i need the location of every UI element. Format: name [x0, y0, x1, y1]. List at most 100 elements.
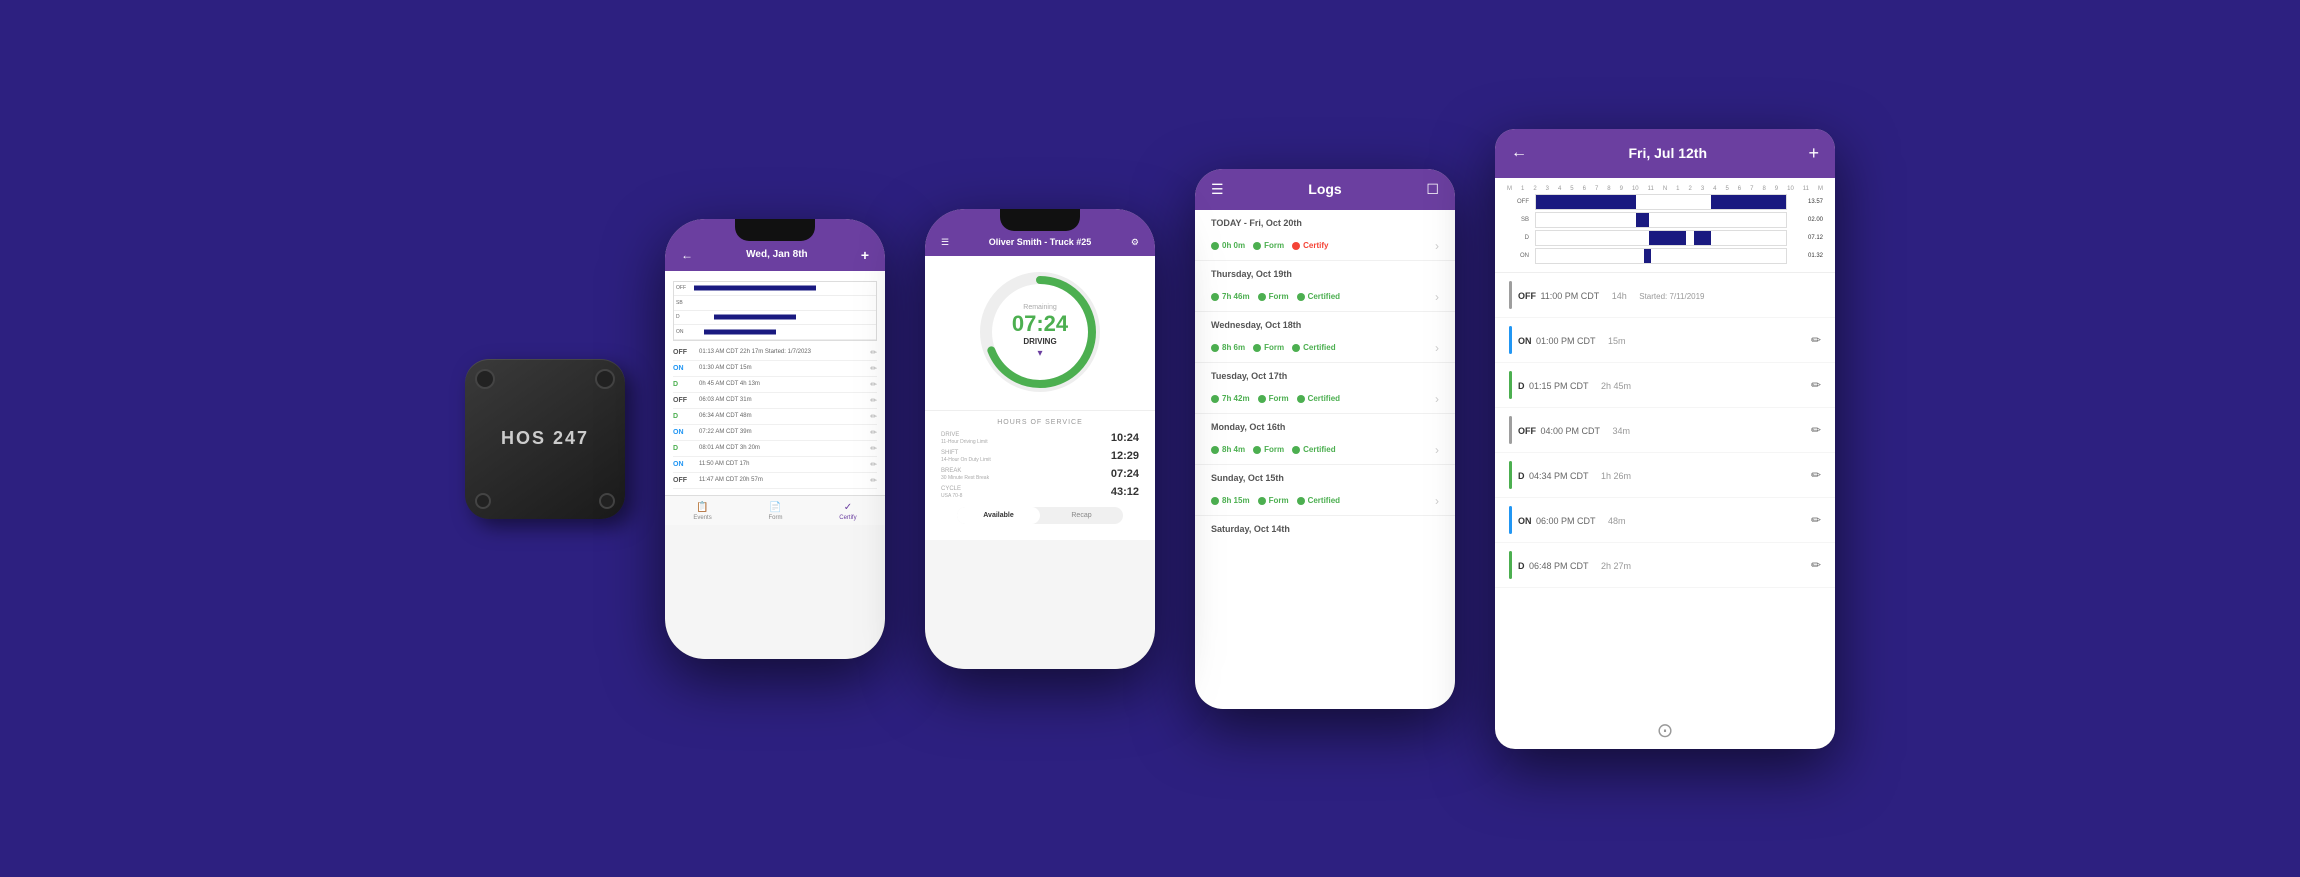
log-dur-d1: 2h 45m: [1601, 381, 1631, 391]
time-badge-oct18: 8h 6m: [1211, 343, 1245, 352]
log-row-oct15[interactable]: 8h 15m Form Certified ›: [1195, 487, 1455, 516]
tab-available[interactable]: Available: [957, 507, 1040, 524]
log-dur-off2: 34m: [1612, 426, 1630, 436]
phone-2: ☰ Oliver Smith - Truck #25 ⚙ Remaining 0…: [925, 209, 1155, 669]
time-badge-oct20: 0h 0m: [1211, 241, 1245, 250]
edit-icon-d2[interactable]: ✏: [1811, 468, 1821, 482]
log-item-3: D 0h 45 AM CDT 4h 13m ✏: [673, 377, 877, 393]
phone-2-settings-icon[interactable]: ⚙: [1131, 237, 1139, 248]
phone-1-content: OFF SB D ON: [665, 271, 885, 495]
time-badge-oct19: 7h 46m: [1211, 292, 1250, 301]
log-type-on2: ON: [1518, 516, 1532, 526]
form-badge-oct15: Form: [1258, 496, 1289, 505]
log-type-d3: D: [1518, 561, 1525, 571]
edit-icon-d1[interactable]: ✏: [1811, 378, 1821, 392]
tablet-logs-title: Logs: [1308, 181, 1341, 197]
edit-icon-off2[interactable]: ✏: [1811, 423, 1821, 437]
bar-area-sb: [1535, 212, 1787, 228]
chart-row-sb: SB: [674, 296, 876, 311]
driving-circle: Remaining 07:24 DRIVING ▾: [980, 272, 1100, 392]
phone-1-date: Wed, Jan 8th: [746, 249, 808, 260]
hos-row-cycle: CYCLE USA 70-8 43:12: [941, 486, 1139, 499]
phone-1-plus-icon[interactable]: +: [861, 247, 869, 263]
chart-time-labels: M12 345 678 91011 N12 345 678 91011 M: [1507, 186, 1823, 192]
log-time-off2: 04:00 PM CDT: [1540, 426, 1600, 436]
phone-1-back-icon[interactable]: ←: [681, 248, 693, 262]
phone-2-circle-area: Remaining 07:24 DRIVING ▾: [925, 256, 1155, 410]
hos-row-shift: SHIFT 14-Hour On Duty Limit 12:29: [941, 450, 1139, 463]
tablet-logs-header: ☰ Logs ☐: [1195, 169, 1455, 210]
phone-2-screen: ☰ Oliver Smith - Truck #25 ⚙ Remaining 0…: [925, 209, 1155, 669]
edit-icon-on2[interactable]: ✏: [1811, 513, 1821, 527]
edit-icon-d3[interactable]: ✏: [1811, 558, 1821, 572]
tablet-detail-plus-icon[interactable]: +: [1808, 143, 1819, 164]
log-item-2: ON 01:30 AM CDT 15m ✏: [673, 361, 877, 377]
hos-row-drive: DRIVE 11-Hour Driving Limit 10:24: [941, 432, 1139, 445]
time-badge-oct17: 7h 42m: [1211, 394, 1250, 403]
form-badge-oct16: Form: [1253, 445, 1284, 454]
form-badge-oct17: Form: [1258, 394, 1289, 403]
tab-recap[interactable]: Recap: [1040, 507, 1123, 524]
certified-badge-oct16: Certified: [1292, 445, 1335, 454]
log-duration-off-start: 14h: [1612, 291, 1627, 301]
form-badge-oct19: Form: [1258, 292, 1289, 301]
nav-form[interactable]: 📄 Form: [768, 502, 782, 521]
log-row-oct20[interactable]: 0h 0m Form Certify ›: [1195, 232, 1455, 261]
hos-row-break: BREAK 30 Minute Rest Break 07:24: [941, 468, 1139, 481]
hos-device-label: HOS 247: [501, 428, 589, 449]
phone-2-hos-section: HOURS OF SERVICE DRIVE 11-Hour Driving L…: [925, 410, 1155, 540]
log-type-off2: OFF: [1518, 426, 1536, 436]
log-row-oct19[interactable]: 7h 46m Form Certified ›: [1195, 283, 1455, 312]
chart-row-d: D: [674, 311, 876, 326]
log-time-d3: 06:48 PM CDT: [1529, 561, 1589, 571]
tablet-detail-screen: ← Fri, Jul 12th + M12 345 678 91011 N12 …: [1495, 129, 1835, 749]
time-badge-oct16: 8h 4m: [1211, 445, 1245, 454]
status-bar-d2: [1509, 461, 1512, 489]
bar-area-off: [1535, 194, 1787, 210]
status-bar-d1: [1509, 371, 1512, 399]
edit-icon-on[interactable]: ✏: [1811, 333, 1821, 347]
log-type-on: ON: [1518, 336, 1532, 346]
log-item-1: OFF 01:13 AM CDT 22h 17m Started: 1/7/20…: [673, 345, 877, 361]
chart-row-d: D 07.12: [1507, 230, 1823, 246]
log-row-oct18[interactable]: 8h 6m Form Certified ›: [1195, 334, 1455, 363]
phone-2-menu-icon[interactable]: ☰: [941, 237, 949, 248]
chart-row-sb: SB 02.00: [1507, 212, 1823, 228]
home-indicator: ⊙: [1495, 712, 1835, 749]
nav-certify[interactable]: ✓ Certify: [839, 502, 856, 521]
log-type-off-start: OFF: [1518, 291, 1536, 301]
log-row-on-1pm: ON 01:00 PM CDT 15m ✏: [1495, 318, 1835, 363]
chart-row-off: OFF 13.57: [1507, 194, 1823, 210]
nav-events[interactable]: 📋 Events: [693, 502, 711, 521]
tablet-detail-chart: M12 345 678 91011 N12 345 678 91011 M OF…: [1495, 178, 1835, 273]
log-type-d2: D: [1518, 471, 1525, 481]
log-badges-oct20: 0h 0m Form Certify: [1211, 241, 1435, 250]
chart-bar-on: [704, 329, 776, 334]
log-row-d-648pm: D 06:48 PM CDT 2h 27m ✏: [1495, 543, 1835, 588]
day-header-today: TODAY - Fri, Oct 20th: [1195, 210, 1455, 232]
log-row-oct16[interactable]: 8h 4m Form Certified ›: [1195, 436, 1455, 465]
detail-chart-grid: OFF 13.57 SB 02.00: [1507, 194, 1823, 264]
tablet-logs-list-icon[interactable]: ☐: [1426, 181, 1439, 198]
hos-device: HOS 247: [465, 359, 625, 519]
log-time-off-start: 11:00 PM CDT: [1540, 291, 1599, 301]
phone-1-notch: [735, 219, 815, 241]
log-item-7: D 08:01 AM CDT 3h 20m ✏: [673, 441, 877, 457]
phone-1-chart: OFF SB D ON: [673, 281, 877, 341]
form-badge-oct18: Form: [1253, 343, 1284, 352]
tablet-logs-body: TODAY - Fri, Oct 20th 0h 0m Form Certify: [1195, 210, 1455, 709]
log-time-on2: 06:00 PM CDT: [1536, 516, 1596, 526]
phone-2-tabs: Available Recap: [957, 507, 1123, 524]
chart-row-off: OFF: [674, 282, 876, 297]
status-bar-d3: [1509, 551, 1512, 579]
chart-row-on: ON 01.32: [1507, 248, 1823, 264]
tablet-detail-header: ← Fri, Jul 12th +: [1495, 129, 1835, 178]
day-header-oct17: Tuesday, Oct 17th: [1195, 363, 1455, 385]
log-row-oct17[interactable]: 7h 42m Form Certified ›: [1195, 385, 1455, 414]
tablet-detail-back-icon[interactable]: ←: [1511, 144, 1527, 162]
tablet-detail-date: Fri, Jul 12th: [1628, 145, 1707, 161]
log-item-8: ON 11:50 AM CDT 17h ✏: [673, 457, 877, 473]
status-bar-on2: [1509, 506, 1512, 534]
certified-badge-oct15: Certified: [1297, 496, 1340, 505]
tablet-logs-menu-icon[interactable]: ☰: [1211, 181, 1224, 198]
